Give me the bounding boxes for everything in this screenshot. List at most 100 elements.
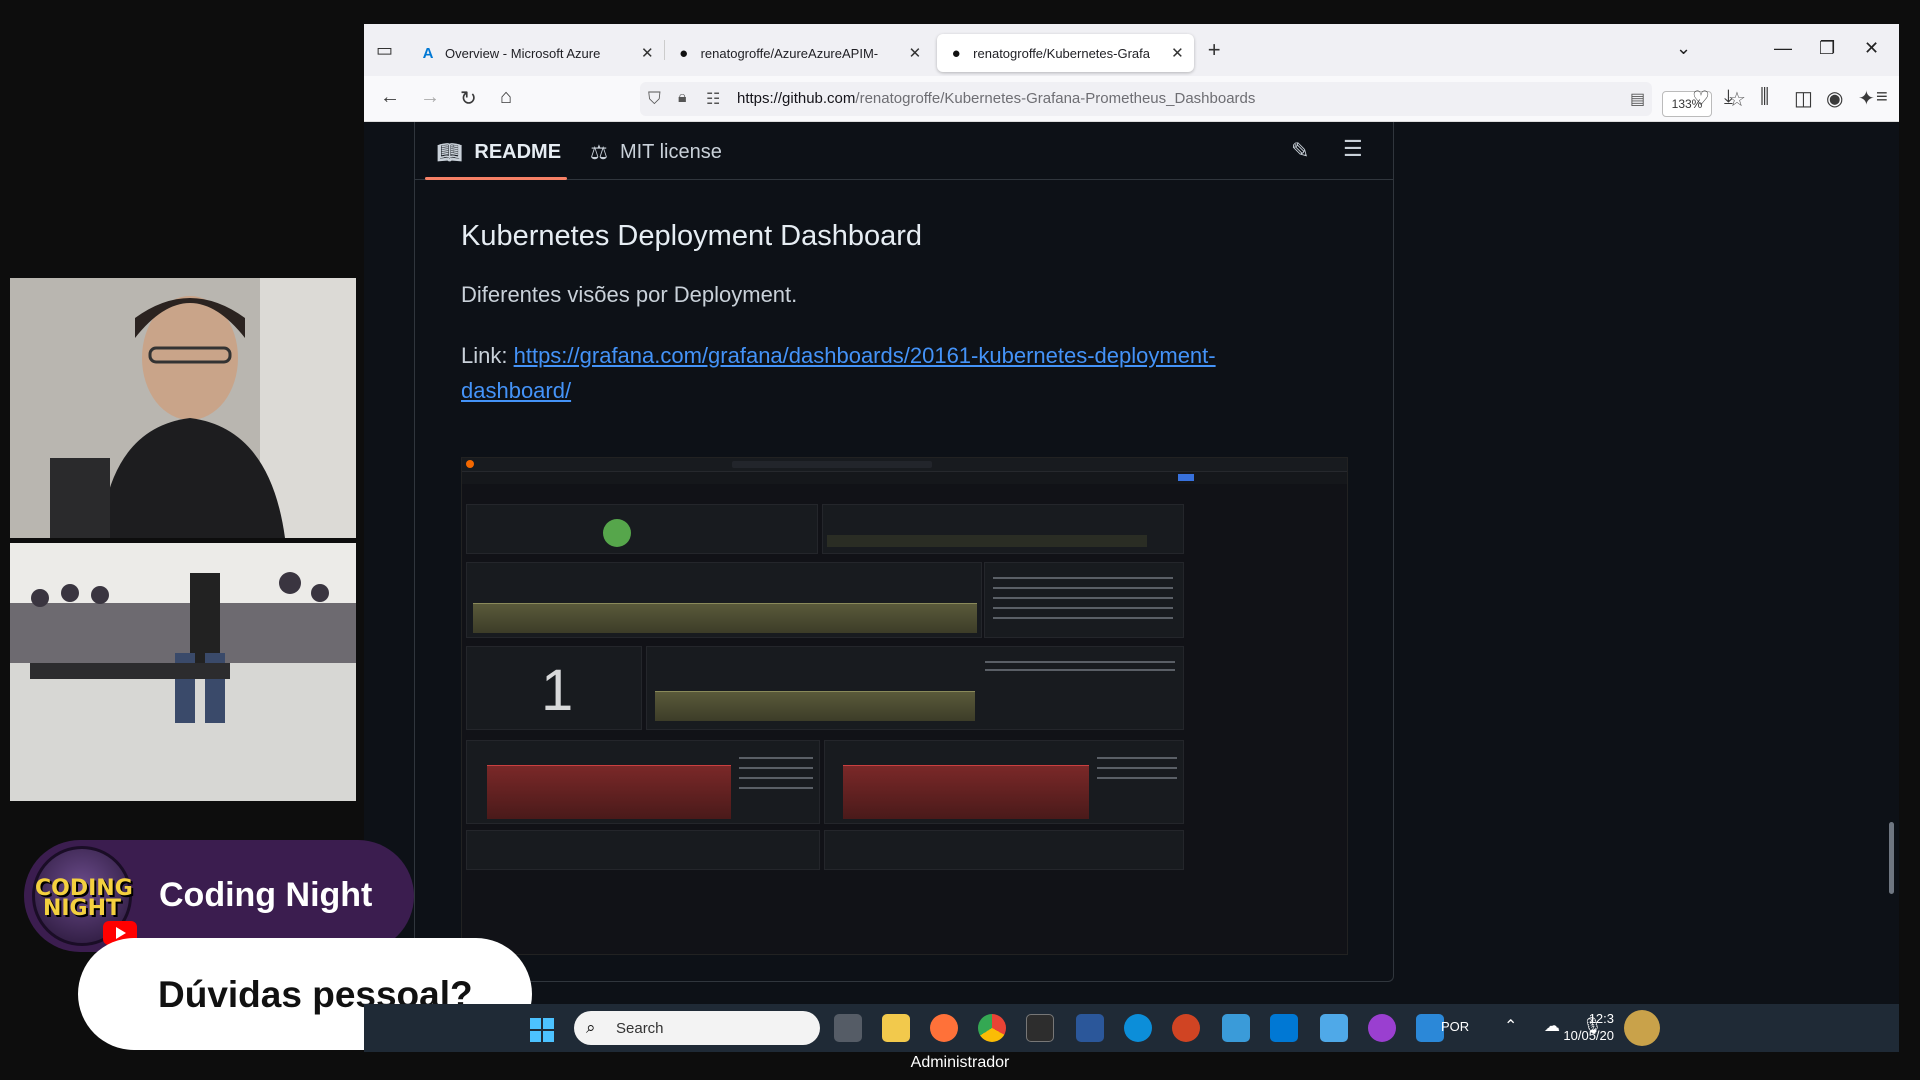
url-bar[interactable]: ⛉ 🔒︎ ☷ https://github.com/renatogroffe/K…	[640, 82, 1746, 117]
file-explorer-icon[interactable]	[882, 1014, 910, 1042]
tab-apim[interactable]: ● renatogroffe/AzureAzureAPIM- ✕	[665, 34, 932, 72]
pencil-icon[interactable]: ✎	[1291, 138, 1309, 164]
home-icon[interactable]: ⌂	[500, 86, 512, 109]
close-icon[interactable]: ✕	[641, 44, 654, 62]
audience-scene	[10, 543, 356, 801]
extensions-icon[interactable]: ✦	[1858, 86, 1875, 111]
permissions-icon[interactable]: ☷	[706, 89, 720, 109]
legend-entry	[993, 617, 1173, 619]
lock-icon[interactable]: 🔒︎	[678, 89, 687, 107]
outline-list-icon[interactable]: ☰	[1343, 136, 1363, 162]
grafana-dashboard-screenshot: 1	[461, 457, 1348, 955]
panel-stat-container-count: 1	[466, 646, 642, 730]
tab-readme[interactable]: 📖︎ README	[437, 140, 561, 165]
panel-container-restarts-chart	[646, 646, 1184, 730]
scrollbar-thumb[interactable]	[1889, 822, 1894, 894]
library-icon[interactable]: ⫼	[1760, 86, 1769, 109]
search-icon: ⌕	[586, 1018, 596, 1037]
edge-icon[interactable]	[1124, 1014, 1152, 1042]
grafana-dashboard-link[interactable]: https://grafana.com/grafana/dashboards/2…	[461, 343, 1216, 403]
tab-license-label: MIT license	[619, 141, 722, 163]
panel-memory-usage	[466, 740, 820, 824]
search-placeholder: Search	[616, 1020, 664, 1037]
taskbar-search[interactable]: ⌕ Search	[574, 1011, 820, 1045]
firefox-icon[interactable]	[930, 1014, 958, 1042]
legend-entry	[993, 587, 1173, 589]
tab-license[interactable]: ⚖ MIT license	[590, 140, 722, 165]
github-icon: ●	[679, 44, 689, 62]
window-close-icon[interactable]: ✕	[1864, 38, 1879, 59]
stream-stage: ▭ A Overview - Microsoft Azure ✕ ● renat…	[0, 0, 1920, 1080]
chevron-up-icon[interactable]: ⌃	[1504, 1016, 1517, 1036]
tab-sidebar-icon[interactable]: ▭	[376, 40, 393, 61]
chrome-icon[interactable]	[978, 1014, 1006, 1042]
account-icon[interactable]: ◉	[1826, 86, 1843, 111]
legend-entry	[1097, 757, 1177, 759]
docker-icon[interactable]	[1222, 1014, 1250, 1042]
panel-container-restarts	[466, 562, 982, 638]
grafana-variables-bar	[462, 472, 1347, 484]
presenter-figure	[10, 278, 356, 538]
legend-entry	[985, 669, 1175, 671]
panel-legend-1	[984, 562, 1184, 638]
list-tabs-icon[interactable]: ⌄	[1676, 38, 1691, 59]
close-icon[interactable]: ✕	[909, 44, 922, 62]
notification-avatar[interactable]	[1624, 1010, 1660, 1046]
terminal-icon[interactable]	[1026, 1014, 1054, 1042]
grafana-logo-icon	[466, 460, 474, 468]
reload-icon[interactable]: ↻	[460, 86, 477, 111]
coding-night-logo: CODING NIGHT	[32, 846, 137, 946]
section-heading: Kubernetes Deployment Dashboard	[461, 220, 923, 252]
system-clock[interactable]: 12:3 10/05/20	[1524, 1010, 1614, 1044]
panel-pods-status	[466, 504, 818, 554]
channel-banner: CODING NIGHT Coding Night	[24, 840, 414, 952]
legend-entry	[1097, 767, 1177, 769]
language-indicator[interactable]: POR	[1441, 1019, 1469, 1034]
powerpoint-icon[interactable]	[1172, 1014, 1200, 1042]
restore-icon[interactable]: ❐	[1819, 38, 1835, 59]
scale-icon: ⚖	[590, 142, 608, 164]
audience-webcam	[10, 543, 356, 801]
tab-azure[interactable]: A Overview - Microsoft Azure ✕	[409, 34, 664, 72]
close-icon[interactable]: ✕	[1171, 44, 1184, 62]
word-icon[interactable]	[1076, 1014, 1104, 1042]
legend-entry	[993, 597, 1173, 599]
channel-name: Coding Night	[159, 876, 373, 914]
pocket-icon[interactable]: ♡	[1692, 86, 1710, 111]
reader-view-icon[interactable]: ▤	[1630, 89, 1645, 109]
firefox-window: ▭ A Overview - Microsoft Azure ✕ ● renat…	[364, 24, 1899, 1048]
new-tab-icon[interactable]: +	[1208, 37, 1221, 63]
minimize-icon[interactable]: —	[1774, 38, 1792, 59]
area-series	[473, 603, 977, 633]
vscode-icon[interactable]	[1270, 1014, 1298, 1042]
legend-entry	[739, 767, 813, 769]
notepad-icon[interactable]	[1320, 1014, 1348, 1042]
task-view-icon[interactable]	[834, 1014, 862, 1042]
page-scrollbar[interactable]	[1886, 122, 1896, 1048]
stat-value: 1	[541, 658, 574, 723]
obs-like-icon[interactable]	[1368, 1014, 1396, 1042]
windows-start-icon[interactable]	[530, 1018, 554, 1042]
clock-date: 10/05/20	[1563, 1028, 1614, 1043]
logo-text: CODING NIGHT	[35, 876, 133, 921]
url-text: https://github.com/renatogroffe/Kubernet…	[737, 90, 1255, 107]
area-series	[843, 765, 1089, 819]
tab-bar: ▭ A Overview - Microsoft Azure ✕ ● renat…	[364, 24, 1899, 76]
url-host: https://github.com	[737, 90, 856, 107]
downloads-icon[interactable]: ⤓	[1724, 86, 1733, 109]
sidebar-icon[interactable]: ◫	[1794, 86, 1813, 111]
network-app-icon[interactable]	[1416, 1014, 1444, 1042]
panel-pods-timeline	[822, 504, 1184, 554]
panel-traffic-received	[466, 830, 820, 870]
grafana-topbar	[462, 458, 1347, 472]
readme-header: 📖︎ README ⚖ MIT license ✎ ☰	[415, 122, 1393, 180]
tracking-shield-icon[interactable]: ⛉	[648, 89, 661, 109]
forward-icon[interactable]: →	[420, 86, 440, 109]
grafana-search-box	[732, 461, 932, 468]
back-icon[interactable]: ←	[380, 86, 400, 109]
section-description: Diferentes visões por Deployment.	[461, 282, 798, 307]
timeline-bar	[827, 535, 1147, 547]
menu-icon[interactable]: ≡	[1876, 86, 1888, 109]
area-series	[655, 691, 975, 721]
tab-kubernetes-grafana[interactable]: ● renatogroffe/Kubernetes-Grafa ✕	[937, 34, 1194, 72]
